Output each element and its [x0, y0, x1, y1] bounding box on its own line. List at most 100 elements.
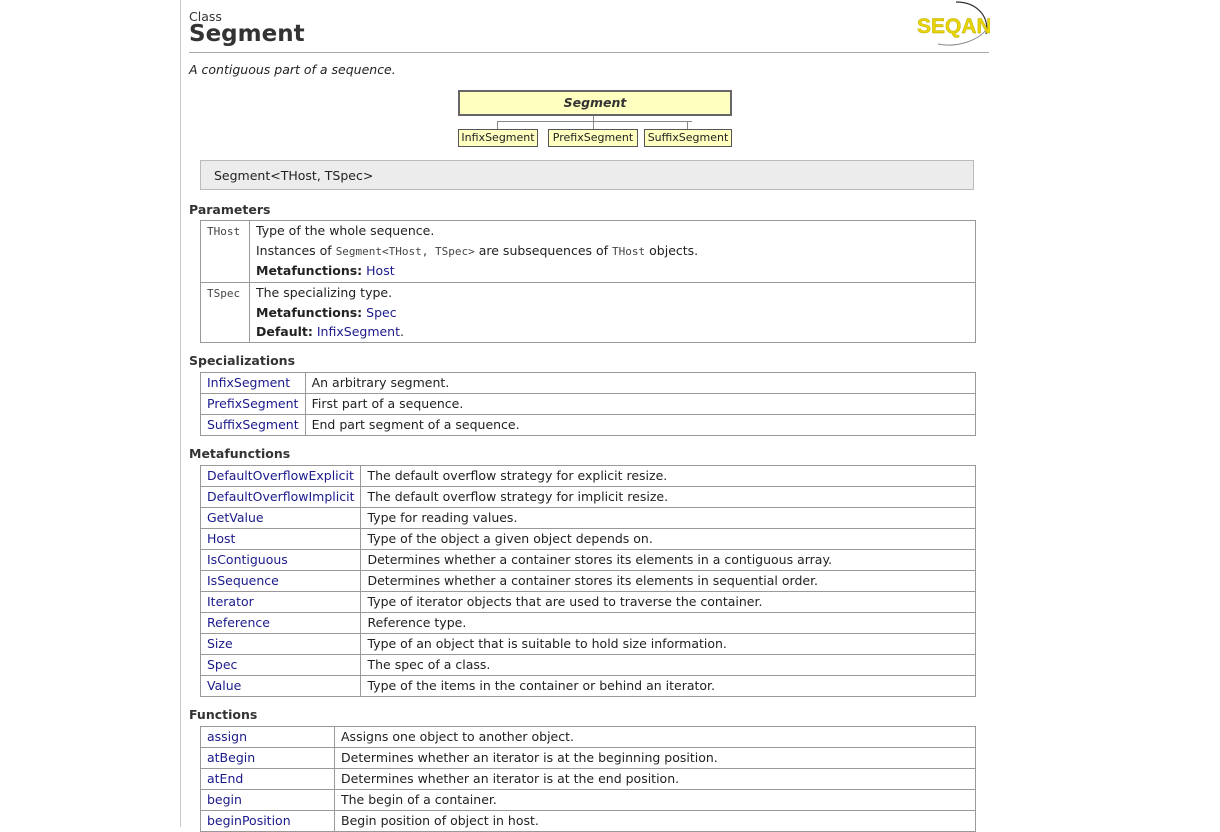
name-cell: GetValue [199, 507, 362, 529]
page-title: Segment [189, 21, 305, 47]
desc-cell: Assigns one object to another object. [334, 726, 976, 748]
desc-cell: Determines whether a container stores it… [360, 570, 976, 592]
desc-cell: Reference type. [360, 612, 976, 634]
desc-cell: Type of an object that is suitable to ho… [360, 633, 976, 655]
desc-cell: Type of the items in the container or be… [360, 675, 976, 697]
table-row: IsContiguous Determines whether a contain… [199, 549, 976, 571]
class-signature: Segment<THost, TSpec> [200, 160, 974, 190]
left-frame-border [180, 0, 181, 827]
metafunction-link[interactable]: Reference [207, 615, 270, 630]
function-link[interactable]: begin [207, 792, 242, 807]
spec-link[interactable]: SuffixSegment [207, 417, 299, 432]
name-cell: assign [200, 726, 335, 748]
desc-cell: First part of a sequence. [304, 393, 977, 415]
section-heading-metafunctions: Metafunctions [189, 446, 291, 461]
param-desc: The specializing type. Metafunctions: Sp… [249, 282, 976, 343]
metafunctions-label: Metafunctions: [256, 263, 363, 278]
diagram-child-infixsegment[interactable]: InfixSegment [458, 129, 538, 147]
table-row: assign Assigns one object to another obje… [200, 726, 976, 748]
seqan-logo: SEQAN [917, 1, 990, 46]
link-host[interactable]: Host [366, 263, 394, 278]
param-default: Default: InfixSegment. [256, 322, 969, 342]
desc-cell: The default overflow strategy for implic… [360, 486, 976, 508]
name-cell: atEnd [200, 768, 335, 790]
spec-link[interactable]: InfixSegment [207, 375, 290, 390]
desc-cell: An arbitrary segment. [304, 372, 977, 394]
metafunction-link[interactable]: Iterator [207, 594, 254, 609]
default-label: Default: [256, 324, 313, 339]
link-infixsegment[interactable]: InfixSegment [317, 324, 400, 339]
desc-cell: The begin of a container. [334, 789, 976, 811]
param-note: Instances of Segment<THost, TSpec> are s… [256, 241, 969, 262]
diagram-main-box: Segment [458, 90, 732, 116]
note-text: are subsequences of [474, 242, 613, 258]
note-text: objects. [645, 242, 699, 258]
note-code: Segment<THost, TSpec> [335, 244, 475, 258]
metafunction-link[interactable]: Host [207, 531, 235, 546]
function-link[interactable]: assign [207, 729, 247, 744]
table-row: Size Type of an object that is suitable t… [199, 633, 976, 655]
desc-cell: End part segment of a sequence. [304, 414, 977, 436]
section-heading-functions: Functions [189, 707, 258, 722]
metafunction-link[interactable]: Spec [207, 657, 237, 672]
metafunction-link[interactable]: Size [207, 636, 233, 651]
table-row: DefaultOverflowExplicit The default overf… [199, 465, 976, 487]
table-row: DefaultOverflowImplicit The default overf… [199, 486, 976, 508]
note-code: THost [612, 244, 646, 258]
desc-cell: Determines whether a container stores it… [360, 549, 976, 571]
function-link[interactable]: beginPosition [207, 813, 291, 828]
desc-cell: The default overflow strategy for explic… [360, 465, 976, 487]
desc-cell: Type of iterator objects that are used t… [360, 591, 976, 613]
diagram-child-prefixsegment[interactable]: PrefixSegment [548, 129, 638, 147]
name-cell: InfixSegment [200, 372, 306, 394]
function-link[interactable]: atEnd [207, 771, 243, 786]
param-desc-text: The specializing type. [256, 285, 393, 300]
name-cell: begin [200, 789, 335, 811]
diagram-child-suffixsegment[interactable]: SuffixSegment [644, 129, 732, 147]
table-row: atBegin Determines whether an iterator is… [200, 747, 976, 769]
table-row: GetValue Type for reading values. [199, 507, 976, 529]
desc-cell: Begin position of object in host. [334, 810, 976, 832]
param-name: TSpec [200, 282, 250, 343]
table-row: Reference Reference type. [199, 612, 976, 634]
diagram-connector [687, 121, 688, 129]
name-cell: IsContiguous [199, 549, 362, 571]
metafunction-link[interactable]: IsSequence [207, 573, 279, 588]
table-row: Host Type of the object a given object de… [199, 528, 976, 550]
metafunction-link[interactable]: Value [207, 678, 241, 693]
inheritance-diagram: Segment InfixSegment PrefixSegment Suffi… [458, 90, 732, 150]
name-cell: DefaultOverflowExplicit [199, 465, 362, 487]
spec-link[interactable]: PrefixSegment [207, 396, 298, 411]
metafunctions-label: Metafunctions: [256, 304, 363, 320]
metafunction-link[interactable]: IsContiguous [207, 552, 288, 567]
default-post: . [400, 324, 404, 339]
name-cell: DefaultOverflowImplicit [199, 486, 362, 508]
desc-cell: Type for reading values. [360, 507, 976, 529]
metafunction-link[interactable]: DefaultOverflowImplicit [207, 489, 354, 504]
brief-description: A contiguous part of a sequence. [189, 62, 396, 77]
param-desc-text: Type of the whole sequence. [256, 223, 435, 238]
function-link[interactable]: atBegin [207, 750, 255, 765]
name-cell: beginPosition [200, 810, 335, 832]
param-name-text: THost [207, 225, 241, 238]
link-spec[interactable]: Spec [366, 305, 396, 320]
diagram-connector [497, 121, 692, 122]
name-cell: IsSequence [199, 570, 362, 592]
metafunction-link[interactable]: DefaultOverflowExplicit [207, 468, 354, 483]
name-cell: Iterator [199, 591, 362, 613]
metafunction-link[interactable]: GetValue [207, 510, 264, 525]
param-metafunctions: Metafunctions: Host [256, 261, 969, 281]
param-metafunctions: Metafunctions: Spec [256, 303, 969, 323]
seqan-logo-text: SEQAN [917, 15, 990, 38]
metafunctions-table: DefaultOverflowExplicit The default overf… [199, 465, 976, 697]
specializations-table: InfixSegment An arbitrary segment. Prefix… [200, 372, 977, 436]
title-divider [189, 52, 989, 53]
table-row: THost Type of the whole sequence. Instan… [200, 220, 976, 283]
desc-cell: Type of the object a given object depend… [360, 528, 976, 550]
param-name: THost [200, 220, 250, 283]
desc-cell: Determines whether an iterator is at the… [334, 747, 976, 769]
note-text: Instances of [256, 242, 336, 258]
name-cell: Reference [199, 612, 362, 634]
param-name-text: TSpec [207, 287, 241, 300]
diagram-connector [497, 121, 498, 129]
